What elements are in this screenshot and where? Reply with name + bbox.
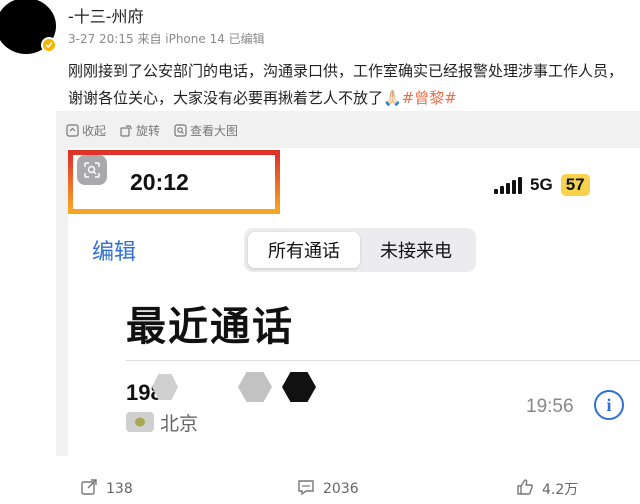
- username[interactable]: -十三-州府: [68, 3, 144, 27]
- rotate-icon: [120, 124, 133, 137]
- post-action-bar: 138 2036 4.2万: [0, 470, 640, 504]
- post-text: 刚刚接到了公安部门的电话，沟通录口供，工作室确实已经报警处理涉事工作人员，谢谢各…: [68, 58, 634, 112]
- location-tag-icon: [126, 412, 154, 432]
- scan-icon[interactable]: [77, 155, 107, 185]
- rotate-button[interactable]: 旋转: [120, 122, 160, 139]
- call-time: 19:56: [526, 396, 574, 417]
- collect-button[interactable]: 收起: [66, 122, 106, 139]
- edit-button[interactable]: 编辑: [92, 234, 136, 266]
- mosaic-redaction: [238, 372, 272, 402]
- comment-button[interactable]: 2036: [297, 478, 359, 500]
- zoom-icon: [174, 123, 187, 137]
- verified-badge-icon: [41, 37, 57, 53]
- view-large-label: 查看大图: [190, 123, 239, 138]
- network-type: 5G: [530, 175, 553, 194]
- pray-emoji: 🙏🏻: [383, 89, 402, 107]
- rotate-label: 旋转: [136, 123, 161, 138]
- status-bar-right: 5G 57: [494, 174, 590, 196]
- post-body: 刚刚接到了公安部门的电话，沟通录口供，工作室确实已经报警处理涉事工作人员，谢谢各…: [68, 62, 624, 107]
- collect-label: 收起: [82, 123, 107, 138]
- like-count: 4.2万: [542, 482, 579, 498]
- share-icon: [80, 478, 98, 500]
- phone-screenshot[interactable]: 20:12 5G 57 编辑 所有通话 未接来电 最近通话 198 北京 19:…: [68, 148, 640, 456]
- view-large-button[interactable]: 查看大图: [174, 122, 238, 139]
- divider: [126, 360, 640, 361]
- call-filter-segmented: 所有通话 未接来电: [244, 228, 476, 272]
- battery-level: 57: [560, 174, 590, 196]
- image-toolbar: 收起 旋转 查看大图: [66, 121, 238, 139]
- like-button[interactable]: 4.2万: [516, 478, 578, 500]
- status-time: 20:12: [130, 169, 189, 195]
- hashtag-link[interactable]: #曾黎#: [402, 89, 457, 107]
- call-location: 北京: [126, 410, 199, 435]
- post-meta: 3-27 20:15 来自 iPhone 14 已编辑: [68, 32, 265, 46]
- tab-missed-calls[interactable]: 未接来电: [360, 232, 472, 268]
- call-location-label: 北京: [160, 412, 199, 435]
- share-count: 138: [106, 481, 133, 497]
- thumbs-up-icon: [516, 478, 534, 500]
- collapse-icon: [66, 123, 79, 137]
- comment-count: 2036: [323, 481, 359, 497]
- share-button[interactable]: 138: [80, 478, 133, 500]
- comment-icon: [297, 478, 315, 500]
- tab-all-calls[interactable]: 所有通话: [248, 232, 360, 268]
- recents-title: 最近通话: [126, 304, 294, 350]
- signal-icon: [494, 176, 522, 194]
- mosaic-redaction: [282, 372, 316, 402]
- info-icon[interactable]: i: [594, 390, 624, 420]
